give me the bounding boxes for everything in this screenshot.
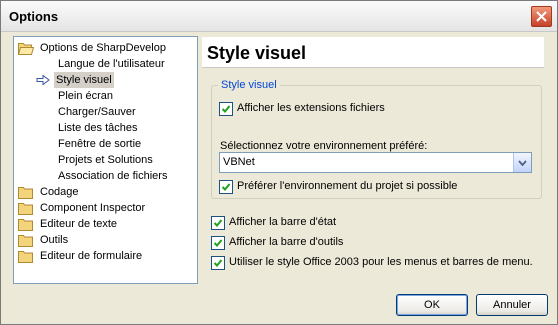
group-title: Style visuel: [218, 79, 280, 91]
chevron-down-icon: [518, 160, 527, 166]
tree-label: Outils: [40, 234, 69, 246]
tree-label: Liste des tâches: [58, 122, 138, 134]
checkmark-icon: [213, 219, 223, 227]
show-statusbar-checkbox[interactable]: [211, 216, 225, 230]
close-icon: [536, 11, 547, 22]
ok-button[interactable]: OK: [396, 294, 468, 316]
tree-label-selected: Style visuel: [54, 72, 114, 88]
tree-label: Editeur de texte: [40, 218, 118, 230]
dropdown-button[interactable]: [513, 153, 531, 172]
tree-label: Codage: [40, 186, 79, 198]
tree-label: Editeur de formulaire: [40, 250, 143, 262]
tree-label: Component Inspector: [40, 202, 146, 214]
environment-value: VBNet: [223, 156, 255, 168]
options-tree[interactable]: Options de SharpDevelop Langue de l'util…: [13, 36, 198, 284]
tree-label: Plein écran: [58, 90, 114, 102]
options-window: Options Options de SharpDevelop Langue d…: [0, 0, 558, 325]
folder-icon: [18, 235, 33, 247]
office-style-checkbox[interactable]: [211, 256, 225, 270]
open-folder-icon: [18, 43, 34, 55]
panel-header: Style visuel: [202, 37, 544, 68]
office-style-label: Utiliser le style Office 2003 pour les m…: [229, 256, 533, 268]
prefer-project-env-label: Préférer l'environnement du projet si po…: [237, 180, 458, 192]
folder-icon: [18, 219, 33, 231]
tree-label: Fenêtre de sortie: [58, 138, 142, 150]
title-bar: Options: [1, 1, 557, 32]
env-label: Sélectionnez votre environnement préféré…: [220, 140, 428, 152]
checkmark-icon: [221, 183, 231, 191]
folder-icon: [18, 251, 33, 263]
prefer-project-env-checkbox[interactable]: [219, 180, 233, 194]
folder-icon: [18, 187, 33, 199]
checkmark-icon: [213, 239, 223, 247]
show-statusbar-label: Afficher la barre d'état: [229, 216, 337, 228]
show-toolbar-checkbox[interactable]: [211, 236, 225, 250]
show-extensions-label: Afficher les extensions fichiers: [237, 102, 385, 114]
tree-label: Langue de l'utilisateur: [58, 58, 165, 70]
show-extensions-checkbox[interactable]: [219, 102, 233, 116]
checkmark-icon: [221, 105, 231, 113]
tree-label-root: Options de SharpDevelop: [40, 42, 166, 54]
dialog-body: Options de SharpDevelop Langue de l'util…: [1, 32, 557, 324]
window-title: Options: [9, 9, 59, 24]
folder-icon: [18, 203, 33, 215]
tree-label: Association de fichiers: [58, 170, 168, 182]
environment-select[interactable]: VBNet: [219, 152, 532, 173]
panel-title: Style visuel: [207, 43, 307, 63]
tree-label: Charger/Sauver: [58, 106, 136, 118]
cancel-button[interactable]: Annuler: [476, 294, 548, 316]
close-button[interactable]: [531, 6, 552, 27]
checkmark-icon: [213, 259, 223, 267]
tree-label: Projets et Solutions: [58, 154, 153, 166]
arrow-right-icon: [36, 75, 50, 85]
show-toolbar-label: Afficher la barre d'outils: [229, 236, 344, 248]
